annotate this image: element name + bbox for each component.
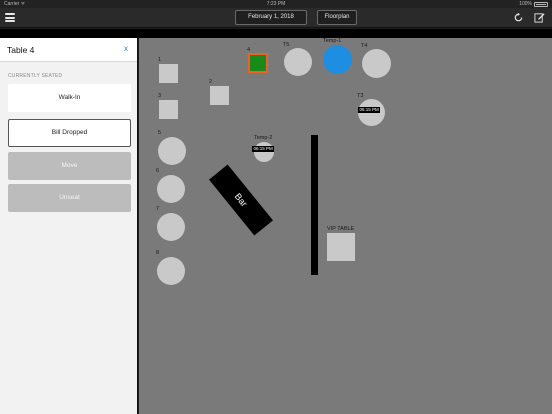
- floorplan-button[interactable]: Floorplan: [317, 10, 357, 25]
- walk-in-option[interactable]: Walk-In: [8, 84, 131, 112]
- date-button[interactable]: February 1, 2018: [235, 10, 307, 25]
- table-label-1: 1: [158, 57, 162, 63]
- time-badge-temp-2: 06:15 PM: [252, 146, 275, 152]
- table-label-t3: T3: [357, 93, 364, 99]
- panel-header: Table 4 x: [0, 38, 137, 62]
- bar-counter: Bar: [209, 164, 273, 236]
- table-temp-2[interactable]: [254, 142, 274, 162]
- refresh-icon[interactable]: [513, 12, 524, 23]
- table-8[interactable]: [157, 257, 185, 285]
- table-6[interactable]: [157, 175, 185, 203]
- move-button[interactable]: Move: [8, 152, 131, 180]
- floor-plan: 1 2 3 4 T5 Temp-1 T4 T3 06:15 PM Temp-2 …: [139, 38, 552, 414]
- table-4-selected[interactable]: [248, 53, 268, 73]
- table-t4[interactable]: [362, 49, 391, 78]
- menu-icon[interactable]: [5, 13, 15, 22]
- table-t5[interactable]: [284, 48, 312, 76]
- battery-percent: 100%: [519, 1, 532, 7]
- table-vip[interactable]: [327, 233, 355, 261]
- table-7[interactable]: [157, 213, 185, 241]
- table-label-8: 8: [156, 250, 160, 256]
- clock-label: 7:23 PM: [266, 1, 286, 7]
- battery-icon: [534, 1, 548, 7]
- table-detail-panel: Table 4 x CURRENTLY SEATED Walk-In Bill …: [0, 38, 138, 414]
- table-label-7: 7: [156, 206, 160, 212]
- edit-icon[interactable]: [534, 12, 545, 23]
- table-label-2: 2: [209, 79, 213, 85]
- table-5[interactable]: [158, 137, 186, 165]
- status-bar: Carrier ᯤ 7:23 PM 100%: [0, 0, 552, 8]
- table-label-6: 6: [156, 168, 160, 174]
- table-label-3: 3: [158, 93, 162, 99]
- divider-wall: [311, 135, 318, 275]
- nav-bar: February 1, 2018 Floorplan: [0, 8, 552, 28]
- bill-dropped-option[interactable]: Bill Dropped: [8, 119, 131, 147]
- table-label-vip: VIP TABLE: [327, 226, 355, 232]
- table-temp-1[interactable]: [323, 45, 352, 74]
- table-2[interactable]: [210, 86, 229, 105]
- section-label: CURRENTLY SEATED: [8, 73, 63, 79]
- table-3[interactable]: [159, 100, 178, 119]
- time-badge-t3: 06:15 PM: [358, 107, 381, 113]
- header-strip: [0, 29, 552, 38]
- table-label-t5: T5: [283, 42, 290, 48]
- table-label-temp-2: Temp-2: [254, 135, 273, 141]
- table-label-5: 5: [158, 130, 162, 136]
- close-icon[interactable]: x: [124, 44, 128, 53]
- panel-title: Table 4: [7, 45, 35, 55]
- table-label-t4: T4: [361, 43, 368, 49]
- unseat-button[interactable]: Unseat: [8, 184, 131, 212]
- table-label-temp-1: Temp-1: [323, 38, 342, 44]
- table-1[interactable]: [159, 64, 178, 83]
- battery-indicator: 100%: [519, 0, 548, 8]
